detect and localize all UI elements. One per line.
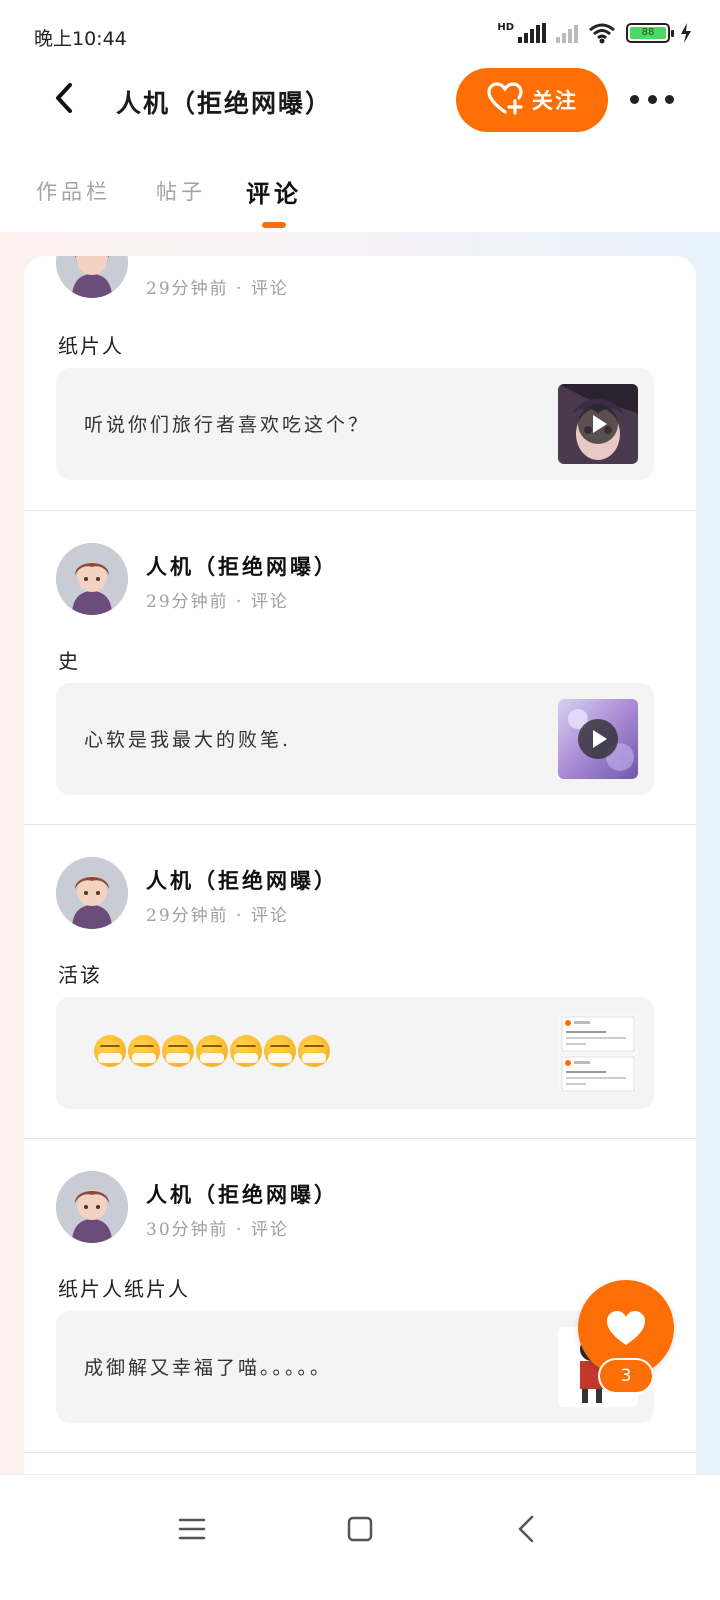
quoted-text: 听说你们旅行者喜欢吃这个？ [84, 414, 371, 436]
steam-face-emoji-icon [128, 1035, 160, 1067]
avatar[interactable] [56, 1171, 128, 1243]
signal-weak-icon [556, 23, 578, 43]
follow-label: 关注 [532, 88, 578, 113]
steam-face-emoji-icon [298, 1035, 330, 1067]
comment-meta: 30分钟前 · 评论 [146, 1220, 289, 1240]
tab-works[interactable]: 作品栏 [36, 176, 111, 206]
system-back-button[interactable] [504, 1505, 552, 1553]
avatar[interactable] [56, 256, 128, 298]
dot-icon [647, 94, 657, 104]
status-icons: HD 88 [497, 22, 692, 44]
steam-face-emoji-icon [230, 1035, 262, 1067]
chevron-left-icon [56, 83, 72, 113]
comment-author[interactable]: 人机（拒绝网曝） [146, 1179, 338, 1209]
quoted-text: 心软是我最大的败笔. [84, 729, 292, 751]
comment-author[interactable]: 人机（拒绝网曝） [146, 865, 338, 895]
play-icon [578, 719, 618, 759]
quoted-text: 成御解又幸福了喵。。。。。 [84, 1357, 333, 1379]
emoji-row [94, 1035, 330, 1067]
avatar[interactable] [56, 543, 128, 615]
menu-icon [178, 1518, 206, 1540]
quoted-post[interactable] [56, 997, 654, 1109]
tab-comments[interactable]: 评论 [246, 174, 302, 209]
home-button[interactable] [336, 1505, 384, 1553]
dot-icon [630, 94, 639, 104]
screenshot-thumbnail[interactable] [558, 1013, 638, 1093]
status-bar: 晚上10:44 HD 88 [0, 0, 720, 70]
tab-posts[interactable]: 帖子 [156, 176, 206, 206]
comment-meta: 29分钟前 · 评论 [146, 906, 289, 926]
comment-author[interactable]: 人机（拒绝网曝） [146, 551, 338, 581]
comment-text: 纸片人纸片人 [58, 1277, 190, 1301]
video-thumbnail[interactable] [558, 384, 638, 464]
comment-text: 纸片人 [58, 334, 124, 358]
avatar[interactable] [56, 857, 128, 929]
follow-button[interactable]: 关注 [456, 68, 608, 132]
comment-meta: 29分钟前 · 评论 [146, 592, 289, 612]
comment-text: 史 [58, 649, 80, 673]
heart-icon [607, 1311, 645, 1345]
system-nav-bar [0, 1474, 720, 1600]
battery-level: 88 [630, 27, 666, 39]
quoted-post[interactable]: 心软是我最大的败笔. [56, 683, 654, 795]
like-count-badge: 3 [598, 1358, 654, 1394]
page-title: 人机（拒绝网曝） [116, 89, 333, 118]
comment-meta: 29分钟前 · 评论 [146, 279, 289, 299]
comment-item[interactable]: 人机（拒绝网曝） 29分钟前 · 评论 活该 [24, 825, 696, 1139]
divider [24, 1452, 696, 1453]
battery-icon: 88 [626, 23, 674, 43]
charging-icon [681, 23, 691, 43]
tab-bar: 作品栏 帖子 评论 [0, 160, 720, 230]
status-time: 晚上10:44 [34, 28, 127, 50]
header: 人机（拒绝网曝） 关注 [0, 64, 720, 134]
dot-icon [665, 94, 674, 104]
tab-indicator [262, 222, 286, 228]
comment-text: 活该 [58, 963, 102, 987]
quoted-post[interactable]: 成御解又幸福了喵。。。。。 [56, 1311, 654, 1423]
comment-item[interactable]: 人机（拒绝网曝） 29分钟前 · 评论 史 心软是我最大的败笔. [24, 511, 696, 825]
signal-icon [518, 23, 546, 43]
back-button[interactable] [48, 80, 88, 120]
play-icon [578, 404, 618, 444]
menu-button[interactable] [168, 1505, 216, 1553]
wifi-icon [589, 23, 615, 44]
quoted-post[interactable]: 听说你们旅行者喜欢吃这个？ [56, 368, 654, 480]
square-home-icon [347, 1516, 373, 1542]
more-options-button[interactable] [630, 86, 674, 112]
video-thumbnail[interactable] [558, 699, 638, 779]
back-arrow-icon [518, 1515, 534, 1543]
comment-item[interactable]: 29分钟前 · 评论 纸片人 听说你们旅行者喜欢吃这个？ [24, 256, 696, 510]
steam-face-emoji-icon [196, 1035, 228, 1067]
steam-face-emoji-icon [94, 1035, 126, 1067]
heart-plus-icon [486, 81, 524, 119]
steam-face-emoji-icon [162, 1035, 194, 1067]
hd-indicator: HD [497, 21, 514, 33]
steam-face-emoji-icon [264, 1035, 296, 1067]
